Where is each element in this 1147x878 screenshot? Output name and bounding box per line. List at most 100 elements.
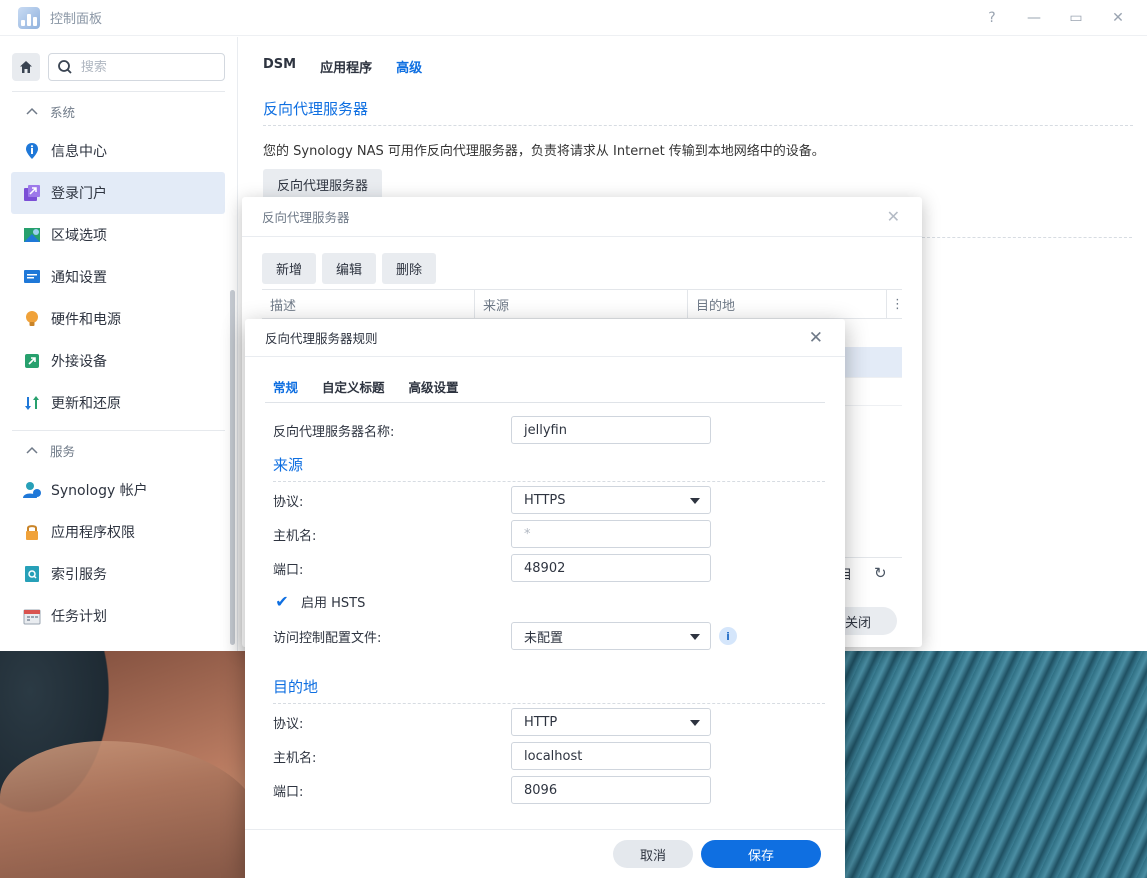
refresh-icon[interactable]: ↻ bbox=[874, 564, 887, 582]
info-icon bbox=[23, 142, 41, 160]
table-header: 描述 来源 目的地 ⋮ bbox=[262, 289, 904, 319]
sidebar-item-hardware-power[interactable]: 硬件和电源 bbox=[11, 298, 225, 340]
tab-advanced[interactable]: 高级 bbox=[396, 57, 422, 76]
sidebar-item-label: 外接设备 bbox=[51, 354, 107, 370]
sidebar-item-task-scheduler[interactable]: 任务计划 bbox=[11, 595, 225, 637]
destination-protocol-select[interactable]: HTTP bbox=[511, 708, 711, 736]
dialog-header: 反向代理服务器规则 ✕ bbox=[245, 319, 845, 357]
column-header-source[interactable]: 来源 bbox=[475, 290, 688, 318]
hsts-row: ✔ 启用 HSTS bbox=[273, 592, 365, 611]
destination-port-input[interactable]: 8096 bbox=[511, 776, 711, 804]
notification-icon bbox=[23, 268, 41, 286]
source-hostname-input[interactable]: * bbox=[511, 520, 711, 548]
source-protocol-row: 协议: HTTPS bbox=[273, 486, 711, 514]
control-panel-app-icon bbox=[18, 6, 40, 29]
search-box[interactable] bbox=[47, 53, 225, 81]
acl-select[interactable]: 未配置 bbox=[511, 622, 711, 650]
chevron-up-icon bbox=[26, 107, 38, 115]
save-button[interactable]: 保存 bbox=[701, 840, 821, 868]
home-icon bbox=[19, 61, 32, 73]
maximize-icon[interactable]: ▭ bbox=[1069, 10, 1083, 26]
sidebar-group-label: 服务 bbox=[50, 443, 76, 459]
search-icon bbox=[57, 60, 72, 74]
destination-protocol-label: 协议: bbox=[273, 716, 304, 732]
sidebar-group-system[interactable]: 系统 bbox=[0, 92, 237, 130]
destination-protocol-value: HTTP bbox=[524, 714, 558, 730]
sidebar-scrollbar[interactable] bbox=[230, 290, 235, 645]
source-protocol-select[interactable]: HTTPS bbox=[511, 486, 711, 514]
dialog-title: 反向代理服务器规则 bbox=[265, 331, 378, 346]
window-title: 控制面板 bbox=[50, 12, 103, 27]
sidebar-item-indexing[interactable]: 索引服务 bbox=[11, 553, 225, 595]
sidebar-item-external-devices[interactable]: 外接设备 bbox=[11, 340, 225, 382]
minimize-icon[interactable]: — bbox=[1027, 10, 1041, 26]
dialog-header: 反向代理服务器 ✕ bbox=[242, 197, 922, 237]
close-icon[interactable]: ✕ bbox=[887, 207, 900, 226]
help-icon[interactable]: ? bbox=[985, 10, 999, 26]
tab-custom-header[interactable]: 自定义标题 bbox=[322, 377, 385, 396]
chevron-up-icon bbox=[26, 446, 38, 454]
name-row: 反向代理服务器名称: jellyfin bbox=[273, 416, 711, 444]
info-icon[interactable]: i bbox=[719, 627, 737, 645]
destination-port-label: 端口: bbox=[273, 784, 304, 800]
lightbulb-icon bbox=[23, 310, 41, 328]
reverse-proxy-button[interactable]: 反向代理服务器 bbox=[263, 169, 383, 200]
close-icon[interactable]: ✕ bbox=[1111, 10, 1125, 26]
login-portal-icon bbox=[23, 184, 41, 202]
index-icon bbox=[23, 565, 41, 583]
sidebar-item-label: 硬件和电源 bbox=[51, 312, 121, 328]
dialog-title: 反向代理服务器 bbox=[262, 210, 350, 225]
acl-label: 访问控制配置文件: bbox=[273, 630, 382, 646]
destination-hostname-row: 主机名: localhost bbox=[273, 742, 711, 770]
destination-port-row: 端口: 8096 bbox=[273, 776, 711, 804]
tab-advanced-settings[interactable]: 高级设置 bbox=[409, 377, 459, 396]
sidebar-item-info-center[interactable]: 信息中心 bbox=[11, 130, 225, 172]
column-header-destination[interactable]: 目的地 bbox=[688, 290, 887, 318]
sidebar-item-synology-account[interactable]: Synology 帐户 bbox=[11, 469, 225, 511]
sidebar-group-label: 系统 bbox=[50, 104, 76, 120]
tab-general[interactable]: 常规 bbox=[273, 377, 298, 396]
column-header-description[interactable]: 描述 bbox=[262, 290, 475, 318]
destination-hostname-input[interactable]: localhost bbox=[511, 742, 711, 770]
sidebar-group-services[interactable]: 服务 bbox=[0, 431, 237, 469]
source-port-label: 端口: bbox=[273, 562, 304, 578]
update-icon bbox=[23, 394, 41, 412]
dropdown-caret-icon bbox=[690, 498, 700, 504]
search-input[interactable] bbox=[80, 59, 211, 75]
add-button[interactable]: 新增 bbox=[262, 253, 317, 284]
cancel-button[interactable]: 取消 bbox=[613, 840, 693, 868]
sidebar-item-app-privileges[interactable]: 应用程序权限 bbox=[11, 511, 225, 553]
tab-applications[interactable]: 应用程序 bbox=[320, 57, 372, 76]
window-titlebar: 控制面板 ? — ▭ ✕ bbox=[0, 0, 1147, 36]
sidebar-item-label: 登录门户 bbox=[51, 186, 107, 202]
name-label: 反向代理服务器名称: bbox=[273, 424, 395, 440]
source-section-title: 来源 bbox=[273, 454, 825, 482]
sidebar-item-label: 区域选项 bbox=[51, 228, 107, 244]
sidebar-item-update-restore[interactable]: 更新和还原 bbox=[11, 382, 225, 424]
name-input[interactable]: jellyfin bbox=[511, 416, 711, 444]
sidebar-item-label: 更新和还原 bbox=[51, 396, 121, 412]
content-tabs: DSM 应用程序 高级 bbox=[239, 37, 1147, 76]
sidebar-item-region-options[interactable]: 区域选项 bbox=[11, 214, 225, 256]
tab-dsm[interactable]: DSM bbox=[263, 57, 296, 76]
home-button[interactable] bbox=[12, 53, 40, 81]
external-device-icon bbox=[23, 352, 41, 370]
column-menu-icon[interactable]: ⋮ bbox=[887, 290, 904, 318]
delete-button[interactable]: 删除 bbox=[382, 253, 437, 284]
account-icon bbox=[23, 481, 41, 499]
acl-value: 未配置 bbox=[524, 630, 564, 646]
sidebar-item-notification[interactable]: 通知设置 bbox=[11, 256, 225, 298]
sidebar-item-login-portal[interactable]: 登录门户 bbox=[11, 172, 225, 214]
source-hostname-label: 主机名: bbox=[273, 528, 317, 544]
close-icon[interactable]: ✕ bbox=[809, 328, 823, 348]
section-divider bbox=[922, 237, 1132, 238]
rule-dialog-tabs: 常规 自定义标题 高级设置 bbox=[265, 377, 825, 403]
sidebar-item-label: 任务计划 bbox=[51, 609, 107, 625]
edit-button[interactable]: 编辑 bbox=[322, 253, 377, 284]
sidebar-item-label: 信息中心 bbox=[51, 144, 107, 160]
lock-icon bbox=[23, 523, 41, 541]
source-port-input[interactable]: 48902 bbox=[511, 554, 711, 582]
source-hostname-row: 主机名: * bbox=[273, 520, 711, 548]
hsts-checkbox[interactable]: ✔ bbox=[273, 592, 291, 611]
section-description: 您的 Synology NAS 可用作反向代理服务器，负责将请求从 Intern… bbox=[263, 144, 825, 159]
